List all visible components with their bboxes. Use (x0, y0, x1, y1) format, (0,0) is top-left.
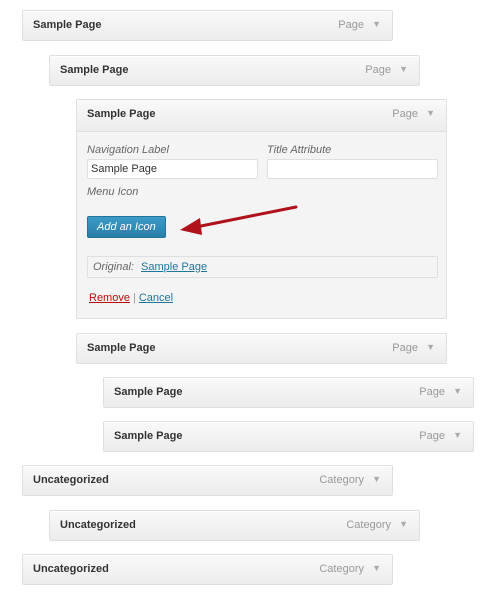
title-attribute-label: Title Attribute (267, 144, 332, 156)
menu-item-title: Sample Page (60, 64, 129, 76)
menu-item: Uncategorized Category ▼ (49, 510, 420, 541)
original-info: Original: Sample Page (87, 256, 438, 278)
menu-item: Uncategorized Category ▼ (22, 465, 393, 496)
title-attribute-input[interactable] (267, 159, 438, 179)
menu-item-type: Page (392, 108, 418, 120)
menu-item-title: Sample Page (87, 342, 156, 354)
cancel-link[interactable]: Cancel (139, 292, 173, 304)
chevron-down-icon[interactable]: ▼ (372, 19, 381, 29)
chevron-down-icon[interactable]: ▼ (399, 64, 408, 74)
menu-item: Sample Page Page ▼ (103, 377, 474, 408)
menu-item: Sample Page Page ▼ (22, 10, 393, 41)
menu-item-type: Page (365, 64, 391, 76)
add-icon-button[interactable]: Add an Icon (87, 216, 166, 238)
menu-item-type: Category (319, 563, 364, 575)
menu-icon-label: Menu Icon (87, 186, 139, 198)
menu-item-title: Uncategorized (33, 474, 109, 486)
menu-item-header: Sample Page Page ▼ (77, 100, 446, 132)
menu-item-title: Uncategorized (33, 563, 109, 575)
menu-item: Sample Page Page ▼ (76, 333, 447, 364)
menu-item-type: Page (419, 430, 445, 442)
navigation-label-input[interactable] (87, 159, 258, 179)
chevron-down-icon[interactable]: ▼ (426, 342, 435, 352)
menu-item-title: Sample Page (33, 19, 102, 31)
chevron-down-icon[interactable]: ▼ (399, 519, 408, 529)
menu-item-type: Page (338, 19, 364, 31)
navigation-label-label: Navigation Label (87, 144, 169, 156)
menu-item-type: Category (319, 474, 364, 486)
original-page-link[interactable]: Sample Page (141, 261, 207, 273)
menu-item: Uncategorized Category ▼ (22, 554, 393, 585)
menu-item: Sample Page Page ▼ (49, 55, 420, 86)
item-actions: Remove | Cancel (89, 292, 173, 304)
menu-item-type: Page (419, 386, 445, 398)
chevron-down-icon[interactable]: ▼ (453, 430, 462, 440)
arrow-shaft (194, 205, 298, 229)
menu-item: Sample Page Page ▼ (103, 421, 474, 452)
menu-item-type: Page (392, 342, 418, 354)
menu-item-title: Sample Page (114, 386, 183, 398)
menu-item-title: Sample Page (87, 108, 156, 120)
original-label: Original: (93, 261, 134, 273)
menu-item-title: Uncategorized (60, 519, 136, 531)
red-arrow-icon (180, 205, 298, 235)
menu-item-type: Category (346, 519, 391, 531)
remove-link[interactable]: Remove (89, 292, 130, 304)
chevron-down-icon[interactable]: ▼ (372, 563, 381, 573)
arrow-head (180, 218, 202, 235)
chevron-down-icon[interactable]: ▼ (372, 474, 381, 484)
menu-item-title: Sample Page (114, 430, 183, 442)
chevron-down-icon[interactable]: ▼ (426, 108, 435, 118)
action-separator: | (132, 292, 136, 304)
chevron-down-icon[interactable]: ▼ (453, 386, 462, 396)
